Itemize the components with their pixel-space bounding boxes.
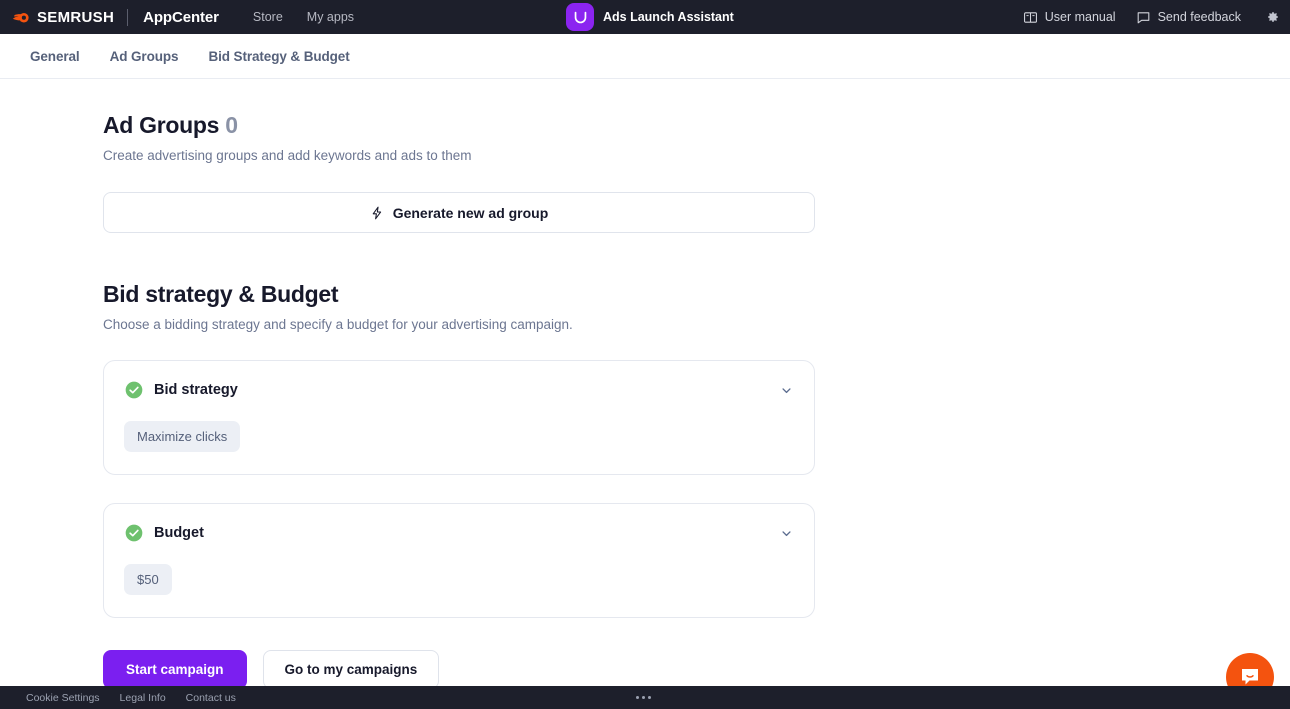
current-app: Ads Launch Assistant <box>566 3 734 31</box>
budget-card[interactable]: Budget $50 <box>103 503 815 618</box>
send-feedback-link[interactable]: Send feedback <box>1136 10 1241 25</box>
campaign-actions: Start campaign Go to my campaigns <box>103 650 1290 689</box>
bid-budget-subtitle: Choose a bidding strategy and specify a … <box>103 317 1290 332</box>
footer-cookie-settings[interactable]: Cookie Settings <box>26 692 100 704</box>
semrush-comet-icon <box>12 8 31 27</box>
budget-card-header[interactable]: Budget <box>124 523 794 543</box>
dot <box>642 696 645 699</box>
smiley-app-icon <box>572 9 589 26</box>
budget-card-title: Budget <box>154 525 204 541</box>
footer-menu-dots[interactable] <box>636 696 651 699</box>
ad-groups-subtitle: Create advertising groups and add keywor… <box>103 148 1290 163</box>
bid-strategy-value-chip[interactable]: Maximize clicks <box>124 421 240 452</box>
dot <box>648 696 651 699</box>
generate-new-ad-group-label: Generate new ad group <box>393 205 549 221</box>
settings-button[interactable] <box>1264 9 1280 25</box>
green-check-circle-icon <box>124 523 144 543</box>
footer: Cookie Settings Legal Info Contact us <box>0 686 1290 709</box>
ad-groups-title: Ad Groups 0 <box>103 112 1290 139</box>
semrush-wordmark: SEMRUSH <box>37 9 114 26</box>
bid-strategy-card-title: Bid strategy <box>154 382 238 398</box>
top-bar-actions: User manual Send feedback <box>1023 9 1280 25</box>
tab-ad-groups[interactable]: Ad Groups <box>110 49 179 64</box>
appcenter-wordmark[interactable]: AppCenter <box>143 9 219 26</box>
tab-bid-strategy-budget[interactable]: Bid Strategy & Budget <box>208 49 349 64</box>
section-tabs: General Ad Groups Bid Strategy & Budget <box>0 34 1290 79</box>
start-campaign-button[interactable]: Start campaign <box>103 650 247 689</box>
green-check-circle-icon <box>124 380 144 400</box>
book-icon <box>1023 10 1038 25</box>
brand-divider <box>127 9 128 26</box>
footer-legal-info[interactable]: Legal Info <box>120 692 166 704</box>
bid-budget-title: Bid strategy & Budget <box>103 281 1290 308</box>
user-manual-link[interactable]: User manual <box>1023 10 1116 25</box>
bid-strategy-card-header[interactable]: Bid strategy <box>124 380 794 400</box>
ad-groups-count: 0 <box>225 112 238 138</box>
go-to-my-campaigns-button[interactable]: Go to my campaigns <box>263 650 440 689</box>
top-bar: SEMRUSH AppCenter Store My apps Ads Laun… <box>0 0 1290 34</box>
top-navigation: Store My apps <box>253 10 354 24</box>
generate-new-ad-group-button[interactable]: Generate new ad group <box>103 192 815 233</box>
user-manual-label: User manual <box>1045 10 1116 24</box>
brand: SEMRUSH AppCenter <box>12 8 219 27</box>
chevron-down-icon[interactable] <box>779 526 794 541</box>
budget-value-chip[interactable]: $50 <box>124 564 172 595</box>
send-feedback-label: Send feedback <box>1158 10 1241 24</box>
tab-general[interactable]: General <box>30 49 80 64</box>
bid-budget-section: Bid strategy & Budget Choose a bidding s… <box>103 281 1290 689</box>
dot <box>636 696 639 699</box>
app-icon <box>566 3 594 31</box>
app-title: Ads Launch Assistant <box>603 10 734 24</box>
bid-strategy-card[interactable]: Bid strategy Maximize clicks <box>103 360 815 475</box>
gear-icon <box>1264 9 1280 25</box>
ad-groups-title-text: Ad Groups <box>103 112 219 138</box>
chat-bubble-icon <box>1136 10 1151 25</box>
chevron-down-icon[interactable] <box>779 383 794 398</box>
topnav-store[interactable]: Store <box>253 10 283 24</box>
topnav-my-apps[interactable]: My apps <box>307 10 354 24</box>
semrush-logo[interactable]: SEMRUSH <box>12 8 114 27</box>
main-content: Ad Groups 0 Create advertising groups an… <box>0 79 1290 689</box>
lightning-bolt-icon <box>370 206 384 220</box>
footer-contact-us[interactable]: Contact us <box>186 692 236 704</box>
